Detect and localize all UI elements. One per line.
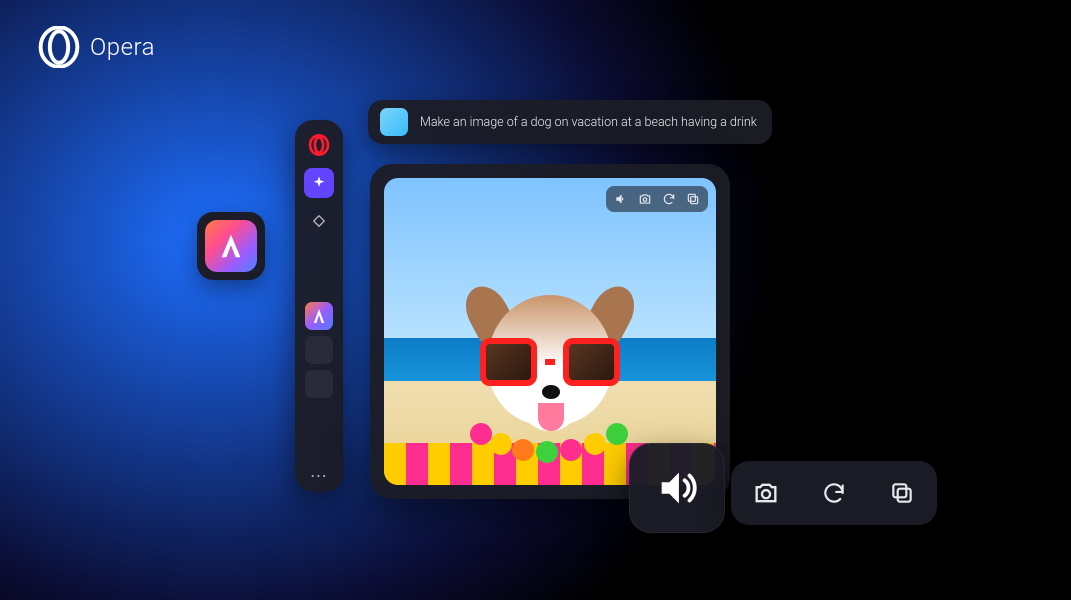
refresh-button[interactable] <box>819 478 849 508</box>
copy-icon <box>889 480 915 506</box>
refresh-button-small[interactable] <box>660 190 678 208</box>
aria-badge-inner <box>205 220 257 272</box>
speaker-icon <box>614 192 628 206</box>
sidebar-opera-icon[interactable] <box>308 134 330 156</box>
camera-button[interactable] <box>751 478 781 508</box>
user-avatar <box>380 108 408 136</box>
copy-button-small[interactable] <box>684 190 702 208</box>
generated-image[interactable] <box>384 178 716 485</box>
copy-button[interactable] <box>887 478 917 508</box>
speaker-button[interactable] <box>629 443 725 533</box>
sidebar-top <box>304 130 334 236</box>
aria-app-badge[interactable] <box>197 212 265 280</box>
opera-logo-icon <box>38 26 80 68</box>
opera-logo-text: Opera <box>90 33 155 61</box>
camera-icon <box>752 479 780 507</box>
sidebar-thumb-1[interactable] <box>305 336 333 364</box>
bottom-toolbar-group <box>731 461 937 525</box>
camera-icon <box>638 192 652 206</box>
sidebar-item-diamond[interactable] <box>304 206 334 236</box>
image-card-toolbar <box>606 186 708 212</box>
sidebar-thumb-aria[interactable] <box>305 302 333 330</box>
sidebar-item-sparkle[interactable] <box>304 168 334 198</box>
sparkle-icon <box>311 175 327 191</box>
refresh-icon <box>662 192 676 206</box>
prompt-text: Make an image of a dog on vacation at a … <box>420 115 757 130</box>
bottom-toolbar <box>629 443 937 533</box>
aria-a-icon <box>216 231 246 261</box>
sidebar-more-button[interactable]: ... <box>310 461 327 482</box>
speaker-button-small[interactable] <box>612 190 630 208</box>
camera-button-small[interactable] <box>636 190 654 208</box>
copy-icon <box>686 192 700 206</box>
speaker-icon <box>654 465 700 511</box>
refresh-icon <box>821 480 847 506</box>
diamond-icon <box>312 214 326 228</box>
opera-logo: Opera <box>38 26 155 68</box>
prompt-bar[interactable]: Make an image of a dog on vacation at a … <box>368 100 772 144</box>
aria-a-icon <box>305 302 333 330</box>
sidebar-thumb-2[interactable] <box>305 370 333 398</box>
sidebar: ... <box>295 120 343 492</box>
